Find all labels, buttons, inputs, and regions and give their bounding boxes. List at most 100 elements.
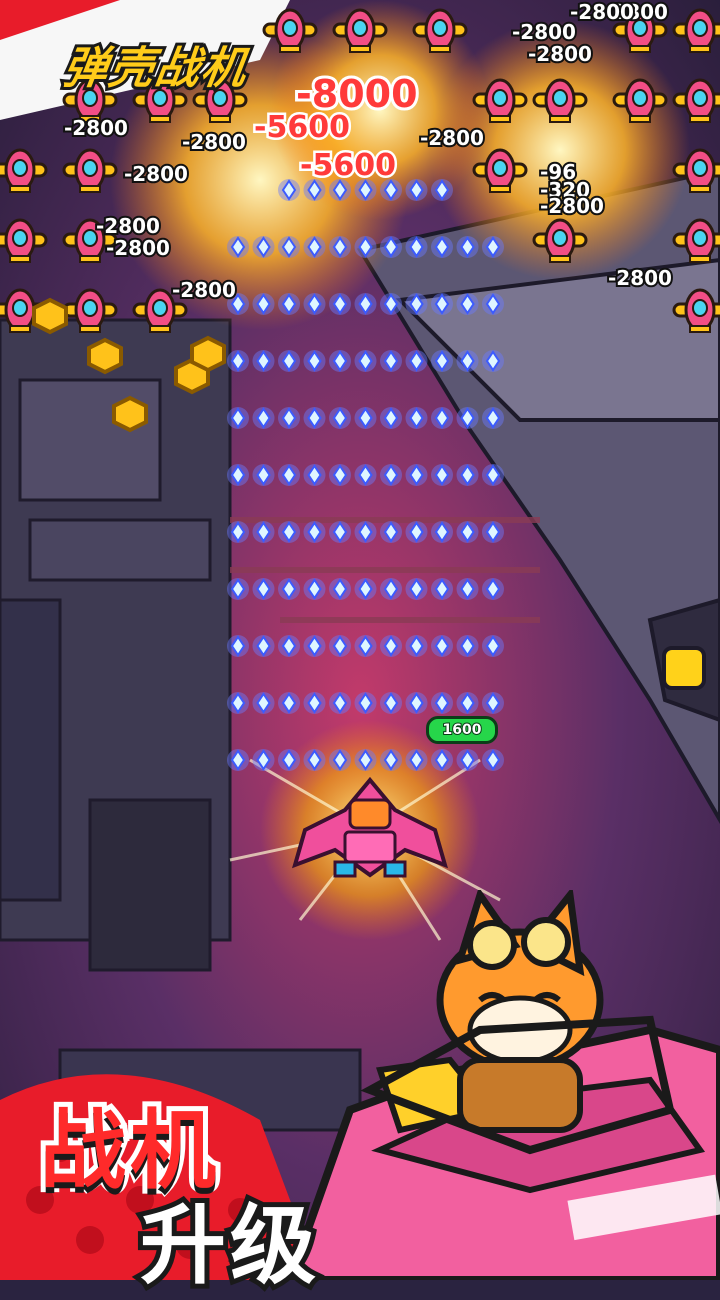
bullet-icon bbox=[431, 236, 453, 258]
bullet-icon bbox=[252, 692, 275, 714]
bullet-icon bbox=[405, 692, 428, 714]
bullet-icon bbox=[303, 635, 326, 657]
bullet-icon bbox=[354, 293, 377, 315]
bullet-icon bbox=[303, 521, 326, 543]
bullet-icon bbox=[278, 407, 300, 429]
bullet-icon bbox=[329, 464, 351, 486]
bullet-icon bbox=[303, 749, 326, 771]
bullet-icon bbox=[278, 749, 300, 771]
bullet-icon bbox=[431, 521, 453, 543]
bullet-icon bbox=[380, 407, 402, 429]
bullet-icon bbox=[354, 635, 377, 657]
bullet-icon bbox=[354, 236, 377, 258]
bullet-icon bbox=[303, 692, 326, 714]
damage-number: -2800 bbox=[170, 276, 238, 304]
bullet-icon bbox=[431, 578, 453, 600]
bullet-icon bbox=[456, 749, 479, 771]
bullet-icon bbox=[380, 635, 402, 657]
bullet-icon bbox=[354, 464, 377, 486]
game-logo: 弹壳战机 bbox=[57, 40, 254, 97]
bullet-icon bbox=[303, 350, 326, 372]
bullet-icon bbox=[482, 293, 504, 315]
bullet-icon bbox=[227, 578, 249, 600]
bullet-icon bbox=[482, 692, 504, 714]
bullet-icon bbox=[227, 464, 249, 486]
bullet-icon bbox=[227, 521, 249, 543]
coin-icon bbox=[32, 297, 226, 433]
bullet-icon bbox=[482, 236, 504, 258]
bullet-icon bbox=[354, 578, 377, 600]
bullet-icon bbox=[431, 179, 453, 201]
bullet-icon bbox=[380, 293, 402, 315]
bullet-icon bbox=[329, 236, 351, 258]
bullet-icon bbox=[405, 407, 428, 429]
bullet-icon bbox=[456, 350, 479, 372]
bullet-icon bbox=[456, 635, 479, 657]
bullet-icon bbox=[456, 464, 479, 486]
bullet-icon bbox=[303, 578, 326, 600]
bullet-icon bbox=[252, 236, 275, 258]
bullet-icon bbox=[456, 236, 479, 258]
bullet-icon bbox=[278, 578, 300, 600]
bullet-icon bbox=[227, 236, 249, 258]
bullet-icon bbox=[431, 692, 453, 714]
damage-number: -2800 bbox=[568, 0, 636, 26]
bullet-icon bbox=[329, 635, 351, 657]
bullet-icon bbox=[431, 464, 453, 486]
bullet-icon bbox=[431, 749, 453, 771]
damage-number: -5600 bbox=[252, 108, 353, 148]
coin-drops bbox=[32, 297, 226, 433]
bullet-icon bbox=[278, 692, 300, 714]
bullet-icon bbox=[405, 521, 428, 543]
bullet-icon bbox=[405, 749, 428, 771]
bullet-icon bbox=[405, 464, 428, 486]
bullet-icon bbox=[329, 521, 351, 543]
bullet-icon bbox=[303, 236, 326, 258]
bullet-icon bbox=[303, 407, 326, 429]
bullet-icon bbox=[278, 350, 300, 372]
bullet-icon bbox=[252, 521, 275, 543]
bullet-icon bbox=[354, 407, 377, 429]
bullet-icon bbox=[482, 578, 504, 600]
bullet-icon bbox=[431, 635, 453, 657]
bullet-icon bbox=[405, 578, 428, 600]
bullet-icon bbox=[405, 635, 428, 657]
damage-number: -2800 bbox=[94, 212, 162, 240]
bullet-icon bbox=[354, 692, 377, 714]
player-ship-icon[interactable] bbox=[285, 770, 455, 890]
bullet-icon bbox=[380, 521, 402, 543]
damage-number: -2800 bbox=[122, 160, 190, 188]
damage-number: -2800 bbox=[62, 114, 130, 142]
bullet-icon bbox=[456, 293, 479, 315]
damage-number: -2800 bbox=[538, 192, 606, 220]
damage-number: -2800 bbox=[526, 40, 594, 68]
damage-number: -2800 bbox=[418, 124, 486, 152]
bullet-icon bbox=[380, 692, 402, 714]
bullet-icon bbox=[329, 293, 351, 315]
bullet-icon bbox=[456, 521, 479, 543]
bullet-icon bbox=[456, 407, 479, 429]
bullet-icon bbox=[227, 749, 249, 771]
bullet-icon bbox=[482, 350, 504, 372]
bullet-icon bbox=[252, 749, 275, 771]
promo-title-line2: 升级 bbox=[135, 1191, 321, 1300]
bullet-icon bbox=[482, 749, 504, 771]
bullet-icon bbox=[405, 179, 428, 201]
bullet-icon bbox=[329, 350, 351, 372]
damage-number: -2800 bbox=[510, 18, 578, 46]
bullet-icon bbox=[380, 464, 402, 486]
bullet-icon bbox=[354, 521, 377, 543]
bullet-icon bbox=[482, 521, 504, 543]
bullet-icon bbox=[329, 407, 351, 429]
bullet-icon bbox=[303, 293, 326, 315]
bullet-icon bbox=[354, 350, 377, 372]
bullet-icon bbox=[431, 350, 453, 372]
bullet-icon bbox=[252, 464, 275, 486]
bullet-icon bbox=[227, 692, 249, 714]
bullet-icon bbox=[278, 521, 300, 543]
damage-number: -2800 bbox=[104, 234, 172, 262]
bullet-icon bbox=[380, 749, 402, 771]
bullet-icon bbox=[278, 635, 300, 657]
bullet-icon bbox=[329, 692, 351, 714]
bullet-icon bbox=[303, 464, 326, 486]
